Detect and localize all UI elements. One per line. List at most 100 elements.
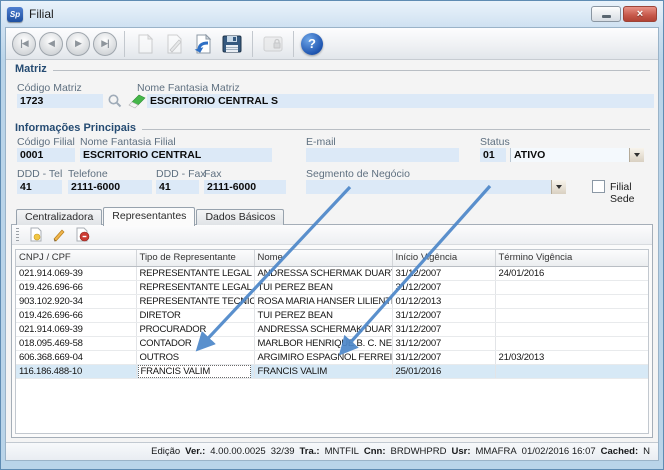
telefone-field[interactable]: 2111-6000 [68, 180, 152, 194]
lock-button[interactable] [260, 31, 286, 57]
nome-fantasia-filial-field[interactable]: ESCRITORIO CENTRAL [80, 148, 272, 162]
grid-cell[interactable]: FRANCIS VALIM [254, 364, 392, 378]
grid-cell[interactable]: 01/12/2013 [392, 294, 495, 308]
grid-edit-cell-input[interactable]: FRANCIS VALIM [138, 365, 251, 378]
grid-cell[interactable]: 31/12/2007 [392, 322, 495, 336]
grid-row[interactable]: 021.914.069-39PROCURADORANDRESSA SCHERMA… [16, 322, 649, 336]
grid-row[interactable]: 019.426.696-66DIRETORTUI PEREZ BEAN31/12… [16, 308, 649, 322]
toolbar-grip[interactable] [16, 228, 19, 241]
grid-cell[interactable]: ANDRESSA SCHERMAK DUARTE [254, 266, 392, 280]
grid-cell[interactable]: 903.102.920-34 [16, 294, 136, 308]
grid-toolbar [12, 225, 652, 245]
grid-cell[interactable] [495, 364, 649, 378]
undo-button[interactable] [190, 31, 216, 57]
grid-cell[interactable]: REPRESENTANTE TECNICO [136, 294, 254, 308]
fax-field[interactable]: 2111-6000 [204, 180, 286, 194]
grid-cell[interactable]: 116.186.488-10 [16, 364, 136, 378]
grid-row[interactable]: 903.102.920-34REPRESENTANTE TECNICOROSA … [16, 294, 649, 308]
grid-cell[interactable]: 021.914.069-39 [16, 266, 136, 280]
grid-cell[interactable]: DIRETOR [136, 308, 254, 322]
status-usr: MMAFRA [476, 446, 517, 457]
nav-prev-button[interactable]: ◀ [39, 32, 63, 56]
grid-cell[interactable]: 606.368.669-04 [16, 350, 136, 364]
grid-cell[interactable]: OUTROS [136, 350, 254, 364]
grid-cell[interactable]: PROCURADOR [136, 322, 254, 336]
close-icon: × [637, 9, 643, 20]
new-record-button[interactable] [132, 31, 158, 57]
grid-cell[interactable]: 25/01/2016 [392, 364, 495, 378]
grid-cell[interactable]: ARGIMIRO ESPAGNOL FERREIRA [254, 350, 392, 364]
segmento-dropdown-button[interactable] [551, 180, 566, 194]
telefone-label: Telefone [68, 168, 108, 180]
grid-column-header[interactable]: Início Vigência [392, 250, 495, 266]
status-code-field[interactable]: 01 [480, 148, 506, 162]
grid-cell[interactable]: 24/01/2016 [495, 266, 649, 280]
grid-cell[interactable]: MARLBOR HENRIQUE B. C. NECHIO [254, 336, 392, 350]
pencil-icon [165, 34, 183, 54]
close-button[interactable]: × [623, 6, 657, 22]
grid-cell[interactable]: 31/12/2007 [392, 350, 495, 364]
tab-centralizadora[interactable]: Centralizadora [16, 209, 102, 225]
tab-representantes[interactable]: Representantes [103, 207, 195, 226]
grid-row[interactable]: 116.186.488-10FRANCIS VALIMFRANCIS VALIM… [16, 364, 649, 378]
save-floppy-icon [222, 34, 242, 54]
codigo-matriz-field[interactable]: 1723 [17, 94, 103, 108]
grid-delete-button[interactable] [73, 227, 91, 243]
grid-cell[interactable] [495, 322, 649, 336]
grid-row[interactable]: 019.426.696-66REPRESENTANTE LEGAL FE...T… [16, 280, 649, 294]
grid-cell[interactable]: TUI PEREZ BEAN [254, 308, 392, 322]
edit-record-button[interactable] [161, 31, 187, 57]
grid-cell[interactable]: REPRESENTANTE LEGAL FE... [136, 280, 254, 294]
nav-first-button[interactable]: |◀ [12, 32, 36, 56]
grid-add-button[interactable] [27, 227, 45, 243]
save-button[interactable] [219, 31, 245, 57]
grid-cell[interactable]: 31/12/2007 [392, 308, 495, 322]
minimize-button[interactable] [591, 6, 621, 22]
grid-cell[interactable]: 019.426.696-66 [16, 308, 136, 322]
codigo-filial-field[interactable]: 0001 [17, 148, 75, 162]
nav-last-button[interactable]: ▶| [93, 32, 117, 56]
ddd-fax-field[interactable]: 41 [156, 180, 199, 194]
grid-cell[interactable]: 31/12/2007 [392, 266, 495, 280]
grid-edit-button[interactable] [50, 227, 68, 243]
nome-fantasia-filial-label: Nome Fantasia Filial [80, 136, 176, 148]
status-combo[interactable]: ATIVO [510, 148, 644, 162]
grid-column-header[interactable]: CNPJ / CPF [16, 250, 136, 266]
ddd-tel-field[interactable]: 41 [17, 180, 62, 194]
grid-column-header[interactable]: Tipo de Representante [136, 250, 254, 266]
grid-column-header[interactable]: Término Vigência [495, 250, 649, 266]
nav-next-button[interactable]: ▶ [66, 32, 90, 56]
main-toolbar: |◀ ◀ ▶ ▶| ? [6, 28, 658, 60]
segmento-combo[interactable] [306, 180, 566, 194]
grid-cell[interactable]: 021.914.069-39 [16, 322, 136, 336]
grid-cell[interactable]: 31/12/2007 [392, 280, 495, 294]
grid-column-header[interactable]: Nome [254, 250, 392, 266]
grid-cell[interactable] [495, 280, 649, 294]
nome-fantasia-matriz-field[interactable]: ESCRITORIO CENTRAL S [147, 94, 654, 108]
grid-cell[interactable] [495, 336, 649, 350]
grid-row[interactable]: 018.095.469-58CONTADORMARLBOR HENRIQUE B… [16, 336, 649, 350]
grid-cell[interactable]: FRANCIS VALIM [136, 364, 254, 378]
grid-row[interactable]: 606.368.669-04OUTROSARGIMIRO ESPAGNOL FE… [16, 350, 649, 364]
grid-cell[interactable]: ANDRESSA SCHERMAK DUARTE [254, 322, 392, 336]
grid-cell[interactable]: TUI PEREZ BEAN [254, 280, 392, 294]
grid-cell[interactable]: 018.095.469-58 [16, 336, 136, 350]
filial-sede-checkbox[interactable] [592, 180, 605, 193]
help-button[interactable]: ? [301, 33, 323, 55]
segmento-label: Segmento de Negócio [306, 168, 410, 180]
grid-cell[interactable] [495, 308, 649, 322]
email-field[interactable] [306, 148, 459, 162]
client-area: |◀ ◀ ▶ ▶| ? [5, 27, 659, 461]
grid-cell[interactable] [495, 294, 649, 308]
eraser-button[interactable] [127, 94, 146, 114]
grid-cell[interactable]: REPRESENTANTE LEGAL EST... [136, 266, 254, 280]
grid-cell[interactable]: CONTADOR [136, 336, 254, 350]
grid-cell[interactable]: ROSA MARIA HANSER LILIENTHAL [254, 294, 392, 308]
grid-row[interactable]: 021.914.069-39REPRESENTANTE LEGAL EST...… [16, 266, 649, 280]
status-dropdown-button[interactable] [629, 148, 644, 162]
tab-dados-basicos[interactable]: Dados Básicos [196, 209, 284, 225]
search-button[interactable] [107, 93, 123, 114]
grid-cell[interactable]: 019.426.696-66 [16, 280, 136, 294]
grid-cell[interactable]: 31/12/2007 [392, 336, 495, 350]
grid-cell[interactable]: 21/03/2013 [495, 350, 649, 364]
